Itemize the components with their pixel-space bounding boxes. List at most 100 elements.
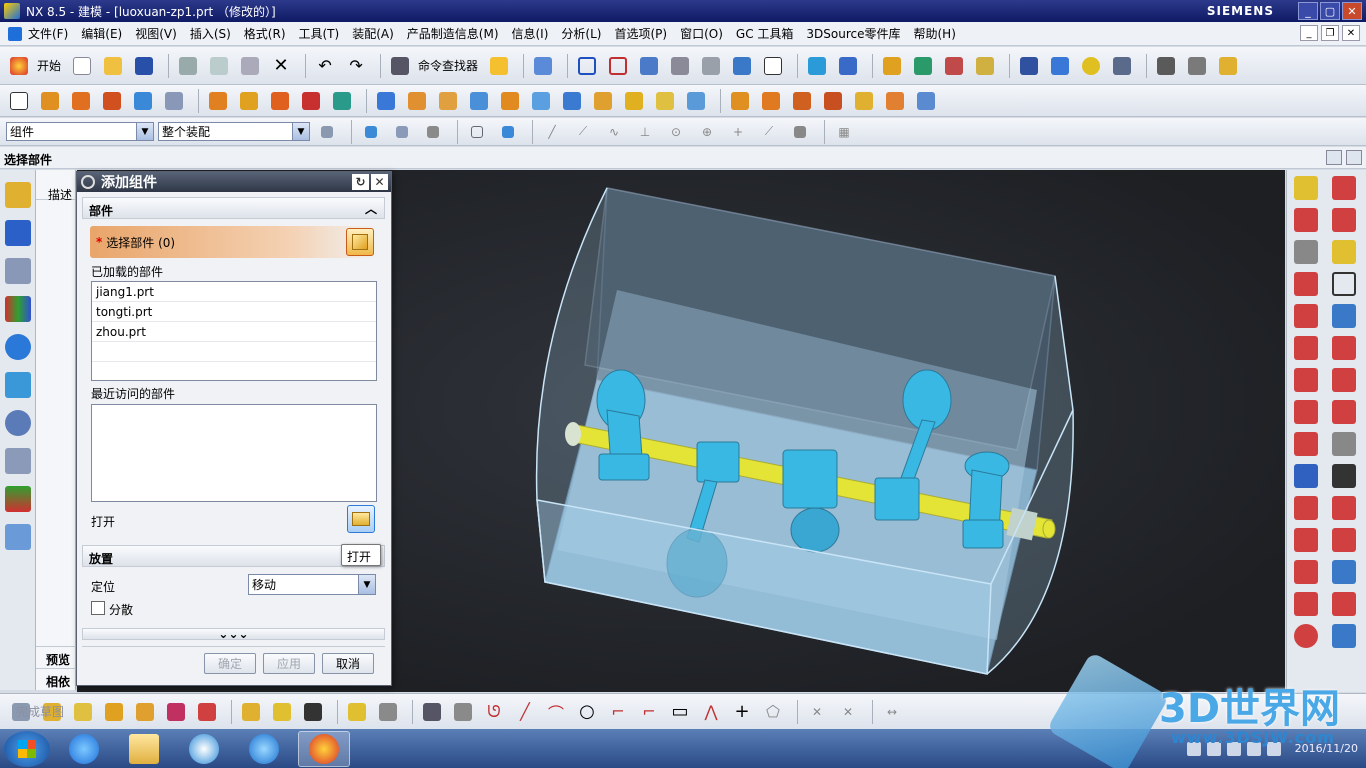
wireframe-icon[interactable] xyxy=(464,120,490,144)
sketch-arc-icon[interactable]: ⌒ xyxy=(543,700,569,724)
on-face-snap-icon[interactable] xyxy=(787,120,813,144)
hole-icon[interactable] xyxy=(99,89,125,113)
redo-icon[interactable]: ↷ xyxy=(343,54,369,78)
component-array-icon[interactable] xyxy=(101,700,127,724)
blend-icon[interactable] xyxy=(329,89,355,113)
gear-icon[interactable] xyxy=(81,175,95,189)
dependencies-tab[interactable]: 相依 xyxy=(36,668,76,690)
face-blend-icon[interactable] xyxy=(882,89,908,113)
cue-restore-icon[interactable] xyxy=(1326,150,1342,165)
clamp-icon[interactable] xyxy=(375,700,401,724)
placement-section-header[interactable]: 放置 xyxy=(82,545,385,567)
sketch-fillet-icon[interactable]: ⌐ xyxy=(605,700,631,724)
cut-icon[interactable] xyxy=(175,54,201,78)
curve-snap-icon[interactable]: ⟋ xyxy=(570,120,596,144)
wave-icon[interactable] xyxy=(300,700,326,724)
sketch-point-icon[interactable]: + xyxy=(729,700,755,724)
close-icon[interactable]: ✕ xyxy=(371,174,388,190)
list-item-empty[interactable] xyxy=(92,342,376,362)
delete-face-icon[interactable] xyxy=(652,89,678,113)
layer-icon[interactable] xyxy=(1016,54,1042,78)
select-part-button[interactable] xyxy=(346,228,374,256)
datum-icon[interactable] xyxy=(373,89,399,113)
positioning-select[interactable]: 移动 ▼ xyxy=(248,574,376,595)
menu-item[interactable]: 信息(I) xyxy=(512,25,549,42)
offset-curve-icon[interactable] xyxy=(1294,432,1318,456)
coil-icon[interactable] xyxy=(1078,54,1104,78)
sketch-polygon-icon[interactable]: ⬠ xyxy=(760,700,786,724)
closed-curve-icon[interactable] xyxy=(1332,528,1356,552)
mirror-assembly-icon[interactable] xyxy=(163,700,189,724)
start-icon[interactable] xyxy=(6,54,32,78)
trim-body-icon[interactable] xyxy=(528,89,554,113)
new-component-icon[interactable] xyxy=(70,700,96,724)
zoom-icon[interactable] xyxy=(605,54,631,78)
history-icon[interactable] xyxy=(5,410,31,436)
sketch-rectangle-icon[interactable]: ▭ xyxy=(667,700,693,724)
edge-blend-icon[interactable] xyxy=(851,89,877,113)
synchronous-icon[interactable] xyxy=(727,89,753,113)
corner-icon[interactable] xyxy=(1294,592,1318,616)
list-item[interactable]: tongti.prt xyxy=(92,302,376,322)
spline-icon[interactable] xyxy=(1294,400,1318,424)
system-materials-icon[interactable] xyxy=(5,448,31,474)
parallel-icon[interactable] xyxy=(1294,272,1318,296)
sweep-icon[interactable] xyxy=(497,89,523,113)
app-menu-icon[interactable] xyxy=(8,26,22,41)
menu-item[interactable]: 装配(A) xyxy=(352,25,394,42)
point-snap-icon[interactable]: + xyxy=(725,120,751,144)
intersect-icon[interactable] xyxy=(820,89,846,113)
scatter-checkbox[interactable] xyxy=(91,601,105,615)
coil-spring-icon[interactable] xyxy=(1332,304,1356,328)
shaded-icon[interactable] xyxy=(729,54,755,78)
menu-item[interactable]: 分析(L) xyxy=(561,25,601,42)
constraint-navigator-icon[interactable] xyxy=(5,220,31,246)
wcs-icon[interactable] xyxy=(835,54,861,78)
text-icon[interactable] xyxy=(1332,464,1356,488)
chevron-up-icon[interactable]: ︿ xyxy=(362,200,380,216)
undo-icon[interactable]: ↶ xyxy=(312,54,338,78)
on-curve-snap-icon[interactable]: ⟋ xyxy=(756,120,782,144)
sketch-polyline-icon[interactable]: ⋀ xyxy=(698,700,724,724)
pan-icon[interactable] xyxy=(636,54,662,78)
minimize-button[interactable]: _ xyxy=(1298,2,1318,20)
menu-item[interactable]: 产品制造信息(M) xyxy=(407,25,499,42)
chevron-down-icon[interactable]: ▼ xyxy=(136,123,153,140)
taskbar-ie[interactable] xyxy=(58,731,110,767)
open-part-button[interactable] xyxy=(347,505,375,533)
pmi-icon[interactable] xyxy=(1184,54,1210,78)
assembly-filter-icon[interactable] xyxy=(314,120,340,144)
chamfer-icon[interactable] xyxy=(298,89,324,113)
ok-button[interactable]: 确定 xyxy=(204,653,256,674)
doc-restore-button[interactable]: ❐ xyxy=(1321,25,1339,41)
shell-icon[interactable] xyxy=(404,89,430,113)
combined-curve-icon[interactable] xyxy=(1332,624,1356,648)
intersection-snap-icon[interactable]: ∿ xyxy=(601,120,627,144)
tools-icon[interactable] xyxy=(1109,54,1135,78)
chain-icon[interactable] xyxy=(1294,176,1318,200)
background-icon[interactable] xyxy=(760,54,786,78)
dimension-icon[interactable]: ↔ xyxy=(879,700,905,724)
taskbar-nx[interactable] xyxy=(298,730,350,767)
pattern-icon[interactable] xyxy=(205,89,231,113)
delete-icon[interactable]: ✕ xyxy=(268,54,294,78)
menu-item[interactable]: GC 工具箱 xyxy=(736,25,794,42)
fit-view-icon[interactable] xyxy=(574,54,600,78)
assembly-navigator-icon[interactable] xyxy=(5,182,31,208)
line-tool-icon[interactable] xyxy=(1332,176,1356,200)
magnet-icon[interactable] xyxy=(1332,368,1356,392)
apply-button[interactable]: 应用 xyxy=(263,653,315,674)
reuse-library-icon[interactable] xyxy=(5,296,31,322)
roles-icon[interactable] xyxy=(5,524,31,550)
orient-view-icon[interactable] xyxy=(804,54,830,78)
maximize-button[interactable]: ▢ xyxy=(1320,2,1340,20)
point-set-icon[interactable] xyxy=(1332,400,1356,424)
preview-tab[interactable]: 预览 xyxy=(36,646,76,668)
draft-icon[interactable] xyxy=(466,89,492,113)
command-finder-label[interactable]: 命令查找器 xyxy=(418,57,478,74)
snap-point-icon[interactable] xyxy=(358,120,384,144)
polygon-icon[interactable] xyxy=(1332,496,1356,520)
profile-icon[interactable]: ᘎ xyxy=(481,700,507,724)
menu-item[interactable]: 格式(R) xyxy=(244,25,286,42)
chevron-down-icon[interactable]: ▼ xyxy=(292,123,309,140)
